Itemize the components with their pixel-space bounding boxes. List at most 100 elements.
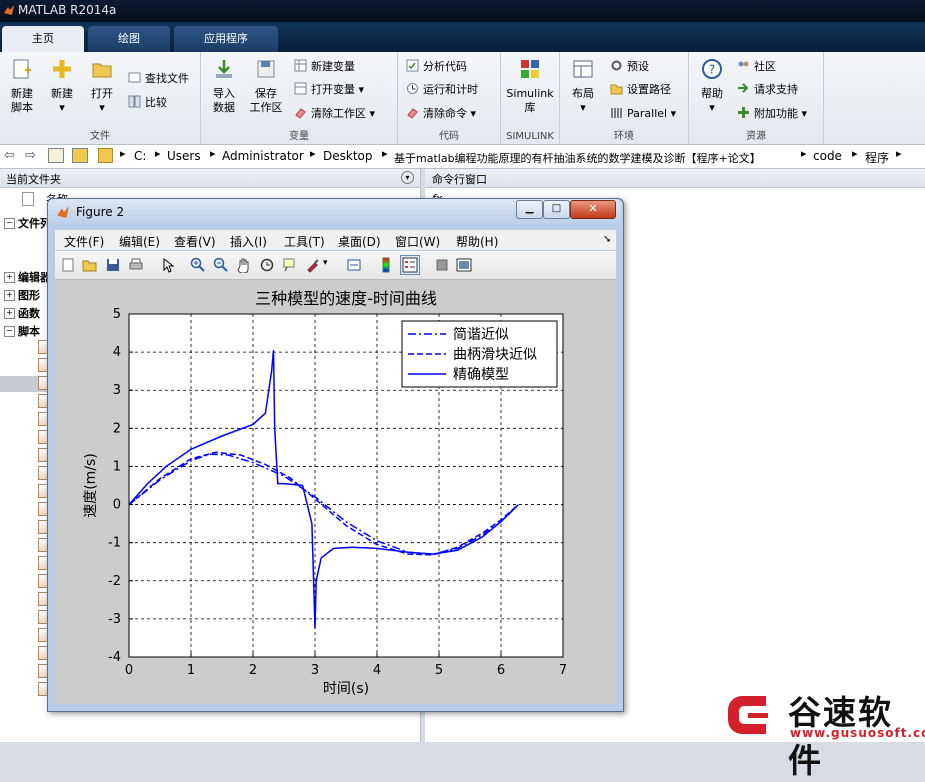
- zoom-in-icon[interactable]: [190, 257, 206, 273]
- open-variable-label: 打开变量: [311, 83, 355, 96]
- folder-icon: [610, 84, 623, 95]
- velocity-time-chart[interactable]: 0 1 2 3 4 5 6 7 -4 -3 -2 -1 0 1 2 3 4 5 三种模型的速度-时间曲线 时间(s…: [55, 280, 616, 704]
- breadcrumb-item[interactable]: Administrator: [222, 149, 304, 163]
- breadcrumb-item[interactable]: C:: [134, 149, 146, 163]
- add-ons-button[interactable]: 附加功能 ▾: [737, 105, 807, 123]
- group-scripts[interactable]: 脚本: [18, 323, 40, 339]
- breadcrumb-item[interactable]: 基于matlab编程功能原理的有杆抽油系统的数学建模及诊断【程序+论文】: [394, 150, 761, 166]
- menu-view[interactable]: 查看(V): [174, 233, 216, 250]
- forward-arrow-icon[interactable]: ⇨: [25, 148, 36, 163]
- menu-insert[interactable]: 插入(I): [230, 233, 267, 250]
- open-file-icon[interactable]: [82, 257, 98, 273]
- open-variable-button[interactable]: 打开变量 ▾: [294, 81, 364, 99]
- link-plot-icon[interactable]: [346, 257, 362, 273]
- parallel-button[interactable]: Parallel ▾: [610, 105, 676, 123]
- hide-plot-tools-icon[interactable]: [434, 257, 450, 273]
- expand-icon[interactable]: +: [4, 308, 15, 319]
- clear-commands-label: 清除命令: [423, 107, 467, 120]
- breadcrumb-item[interactable]: 程序: [865, 149, 889, 166]
- minimize-button[interactable]: ▁: [516, 200, 543, 219]
- group-caption: 资源: [746, 131, 766, 142]
- y-tick-label: 0: [113, 498, 121, 513]
- x-tick-label: 2: [249, 663, 257, 678]
- clear-commands-button[interactable]: 清除命令 ▾: [406, 105, 476, 123]
- save-workspace-button[interactable]: 保存 工作区: [246, 58, 286, 115]
- menu-desktop[interactable]: 桌面(D): [338, 233, 381, 250]
- find-files-button[interactable]: 查找文件: [128, 70, 189, 88]
- up-folder-icon[interactable]: [48, 148, 64, 163]
- import-label-1: 导入: [213, 87, 235, 100]
- y-tick-label: 1: [113, 459, 121, 474]
- breadcrumb-separator: ▸: [896, 147, 902, 160]
- request-support-button[interactable]: 请求支持: [737, 81, 798, 99]
- community-button[interactable]: 社区: [737, 58, 776, 76]
- group-functions[interactable]: 函数: [18, 305, 40, 321]
- preferences-button[interactable]: 预设: [610, 58, 649, 76]
- set-path-button[interactable]: 设置路径: [610, 81, 671, 99]
- collapse-icon[interactable]: −: [4, 218, 15, 229]
- panel-options-icon[interactable]: ▾: [401, 171, 414, 184]
- gear-icon: [611, 60, 622, 71]
- new-variable-icon: [294, 59, 307, 72]
- clear-workspace-button[interactable]: 清除工作区 ▾: [294, 105, 375, 123]
- open-button[interactable]: 打开 ▾: [84, 58, 120, 115]
- menu-edit[interactable]: 编辑(E): [119, 233, 160, 250]
- tab-home[interactable]: 主页: [2, 26, 84, 52]
- breadcrumb-item[interactable]: Desktop: [323, 149, 373, 163]
- analyze-code-button[interactable]: 分析代码: [406, 58, 467, 76]
- layout-button[interactable]: 布局 ▾: [565, 58, 601, 115]
- show-plot-tools-icon[interactable]: [456, 257, 472, 273]
- new-figure-icon[interactable]: [60, 257, 76, 273]
- clear-workspace-label: 清除工作区: [311, 107, 366, 120]
- new-button[interactable]: 新建 ▾: [44, 58, 80, 115]
- chevron-down-icon: ▾: [99, 101, 105, 114]
- tab-plots[interactable]: 绘图: [88, 26, 170, 52]
- data-cursor-icon[interactable]: [282, 257, 298, 273]
- new-variable-button[interactable]: 新建变量: [294, 58, 355, 76]
- collapse-icon[interactable]: −: [4, 326, 15, 337]
- compare-button[interactable]: 比较: [128, 94, 167, 112]
- maximize-button[interactable]: □: [543, 200, 570, 219]
- group-figures[interactable]: 图形: [18, 287, 40, 303]
- expand-icon[interactable]: +: [4, 290, 15, 301]
- print-icon[interactable]: [128, 257, 144, 273]
- menu-tools[interactable]: 工具(T): [284, 233, 325, 250]
- menu-window[interactable]: 窗口(W): [395, 233, 440, 250]
- import-data-button[interactable]: 导入 数据: [206, 58, 242, 115]
- eraser-icon: [295, 108, 306, 119]
- chevron-down-icon: ▾: [709, 101, 715, 114]
- breadcrumb-item[interactable]: code: [813, 149, 842, 163]
- legend-label-2: 精确模型: [453, 367, 509, 383]
- menu-file[interactable]: 文件(F): [64, 233, 104, 250]
- rotate-3d-icon[interactable]: [259, 257, 275, 273]
- brush-icon[interactable]: [305, 257, 321, 273]
- chevron-down-icon: ▾: [369, 107, 376, 120]
- legend-icon[interactable]: [400, 255, 420, 275]
- run-and-time-button[interactable]: 运行和计时: [406, 81, 478, 99]
- save-icon: [257, 60, 275, 78]
- close-button[interactable]: ✕: [570, 200, 616, 219]
- chevron-down-icon[interactable]: ▾: [323, 258, 328, 268]
- simulink-library-button[interactable]: Simulink 库: [505, 58, 555, 115]
- menu-help[interactable]: 帮助(H): [456, 233, 498, 250]
- new-script-icon: [13, 59, 31, 79]
- import-icon: [216, 60, 232, 78]
- back-arrow-icon[interactable]: ⇦: [4, 148, 15, 163]
- expand-icon[interactable]: +: [4, 272, 15, 283]
- help-button[interactable]: ? 帮助 ▾: [694, 58, 730, 115]
- dock-arrow-icon[interactable]: ➘: [603, 234, 611, 245]
- figure-title: Figure 2: [76, 205, 125, 219]
- save-icon[interactable]: [105, 257, 121, 273]
- tab-apps[interactable]: 应用程序: [174, 26, 278, 52]
- pointer-icon[interactable]: [160, 257, 176, 273]
- gusu-logo-icon: [728, 696, 768, 734]
- y-tick-label: 2: [113, 421, 121, 436]
- new-script-button[interactable]: 新建 脚本: [4, 58, 40, 115]
- pan-hand-icon[interactable]: [236, 257, 252, 273]
- zoom-out-icon[interactable]: [213, 257, 229, 273]
- command-window-header: [425, 169, 925, 188]
- colorbar-icon[interactable]: [378, 257, 394, 273]
- app-title: MATLAB R2014a: [18, 3, 117, 17]
- breadcrumb-item[interactable]: Users: [167, 149, 201, 163]
- browse-folder-icon[interactable]: [72, 148, 88, 163]
